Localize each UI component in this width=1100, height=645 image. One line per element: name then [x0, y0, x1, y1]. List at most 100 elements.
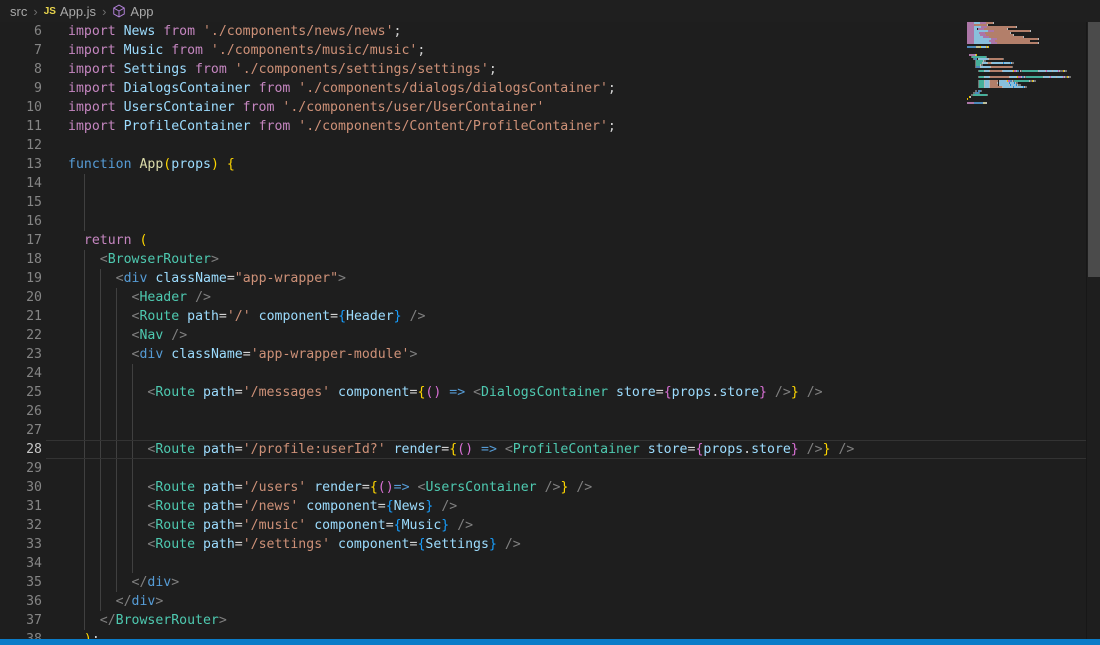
indent-guide [99, 402, 101, 421]
code-line[interactable]: 28 <Route path='/profile:userId?' render… [0, 440, 1086, 459]
code-line[interactable]: 31 <Route path='/news' component={News} … [0, 497, 1086, 516]
code-line[interactable]: 20 <Header /> [0, 288, 1086, 307]
code-line[interactable]: 18 <BrowserRouter> [0, 250, 1086, 269]
indent-guide [115, 364, 117, 383]
breadcrumb-item-src[interactable]: src [10, 4, 27, 19]
code-line[interactable]: 26 [0, 402, 1086, 421]
indent-guide [115, 402, 117, 421]
code-line-content: <Route path='/music' component={Music} /… [46, 516, 1086, 535]
indent-guide [83, 535, 85, 554]
breadcrumb-separator: › [102, 3, 107, 19]
line-number: 19 [26, 271, 42, 286]
breadcrumb: src › JS App.js › App [0, 0, 1100, 22]
code-line[interactable]: 9 import DialogsContainer from './compone… [0, 79, 1086, 98]
code-line-content [46, 459, 1086, 478]
breadcrumb-item-appjs[interactable]: JS App.js [44, 4, 96, 19]
code-line[interactable]: 16 [0, 212, 1086, 231]
code-line[interactable]: 38 ); [0, 630, 1086, 639]
indent-guide [83, 364, 85, 383]
indent-guide [99, 478, 101, 497]
line-number: 7 [34, 43, 42, 58]
code-line[interactable]: 6 import News from './components/news/new… [0, 22, 1086, 41]
line-number: 28 [26, 442, 42, 457]
line-number: 13 [26, 157, 42, 172]
code-line-content [46, 364, 1086, 383]
code-line[interactable]: 13 function App(props) { [0, 155, 1086, 174]
code-line-content [46, 421, 1086, 440]
indent-guide [115, 288, 117, 307]
line-number: 31 [26, 499, 42, 514]
breadcrumb-label: App [130, 3, 154, 19]
code-line[interactable]: 10 import UsersContainer from './componen… [0, 98, 1086, 117]
line-number: 21 [26, 309, 42, 324]
code-line-content: return ( [83, 233, 148, 248]
indent-guide [83, 592, 85, 611]
breadcrumb-item-app-symbol[interactable]: App [112, 3, 154, 19]
code-line-content: <div className='app-wrapper-module'> [46, 345, 1086, 364]
indent-guide [83, 288, 85, 307]
code-line[interactable]: 17 return ( [0, 231, 1086, 250]
code-line[interactable]: 34 [0, 554, 1086, 573]
code-line[interactable]: 8 import Settings from './components/sett… [0, 60, 1086, 79]
code-line-content [46, 554, 1086, 573]
indent-guide [131, 478, 133, 497]
code-line-content: </div> [46, 592, 1086, 611]
indent-guide [83, 383, 85, 402]
code-line-content: import Settings from './components/setti… [68, 62, 497, 77]
code-line[interactable]: 25 <Route path='/messages' component={()… [0, 383, 1086, 402]
code-line-content: <Header /> [46, 288, 1086, 307]
line-number: 27 [26, 423, 42, 438]
code-line[interactable]: 15 [0, 193, 1086, 212]
code-line[interactable]: 21 <Route path='/' component={Header} /> [0, 307, 1086, 326]
indent-guide [131, 554, 133, 573]
code-line[interactable]: 14 [0, 174, 1086, 193]
breadcrumb-label: App.js [59, 3, 97, 19]
code-line[interactable]: 37 </BrowserRouter> [0, 611, 1086, 630]
code-line[interactable]: 23 <div className='app-wrapper-module'> [0, 345, 1086, 364]
code-line[interactable]: 22 <Nav /> [0, 326, 1086, 345]
code-line-content: ); [46, 630, 1086, 639]
code-line[interactable]: 36 </div> [0, 592, 1086, 611]
code-line[interactable]: 27 [0, 421, 1086, 440]
vertical-scrollbar[interactable] [1086, 22, 1100, 639]
code-line[interactable]: 12 [0, 136, 1086, 155]
code-line[interactable]: 29 [0, 459, 1086, 478]
indent-guide [115, 516, 117, 535]
indent-guide [115, 345, 117, 364]
line-number: 32 [26, 518, 42, 533]
code-line-content: function App(props) { [68, 157, 235, 172]
indent-guide [99, 326, 101, 345]
indent-guide [83, 326, 85, 345]
scrollbar-thumb[interactable] [1088, 22, 1100, 277]
code-area[interactable]: 6 import News from './components/news/new… [0, 22, 1086, 639]
indent-guide [115, 497, 117, 516]
js-file-icon: JS [43, 5, 56, 17]
code-line-content: </div> [46, 573, 1086, 592]
code-line[interactable]: 7 import Music from './components/music/m… [0, 41, 1086, 60]
code-line[interactable]: 11 import ProfileContainer from './compon… [0, 117, 1086, 136]
indent-guide [115, 554, 117, 573]
indent-guide [83, 516, 85, 535]
indent-guide [83, 611, 85, 630]
code-line-content [46, 193, 1086, 212]
code-line[interactable]: 32 <Route path='/music' component={Music… [0, 516, 1086, 535]
code-line[interactable]: 24 [0, 364, 1086, 383]
indent-guide [83, 554, 85, 573]
code-line-content: <Route path='/users' render={()=> <Users… [46, 478, 1086, 497]
indent-guide [83, 421, 85, 440]
code-line-content: import Music from './components/music/mu… [68, 43, 426, 58]
line-number: 17 [26, 233, 42, 248]
code-line-content: import News from './components/news/news… [68, 24, 402, 39]
code-line-content [46, 136, 1086, 155]
code-line-content: <Route path='/news' component={News} /> [46, 497, 1086, 516]
status-bar [0, 639, 1100, 645]
code-line[interactable]: 35 </div> [0, 573, 1086, 592]
indent-guide [131, 535, 133, 554]
line-number: 29 [26, 461, 42, 476]
code-line[interactable]: 33 <Route path='/settings' component={Se… [0, 535, 1086, 554]
code-line[interactable]: 30 <Route path='/users' render={()=> <Us… [0, 478, 1086, 497]
indent-guide [83, 307, 85, 326]
line-number: 25 [26, 385, 42, 400]
code-line[interactable]: 19 <div className="app-wrapper"> [0, 269, 1086, 288]
line-number: 11 [26, 119, 42, 134]
